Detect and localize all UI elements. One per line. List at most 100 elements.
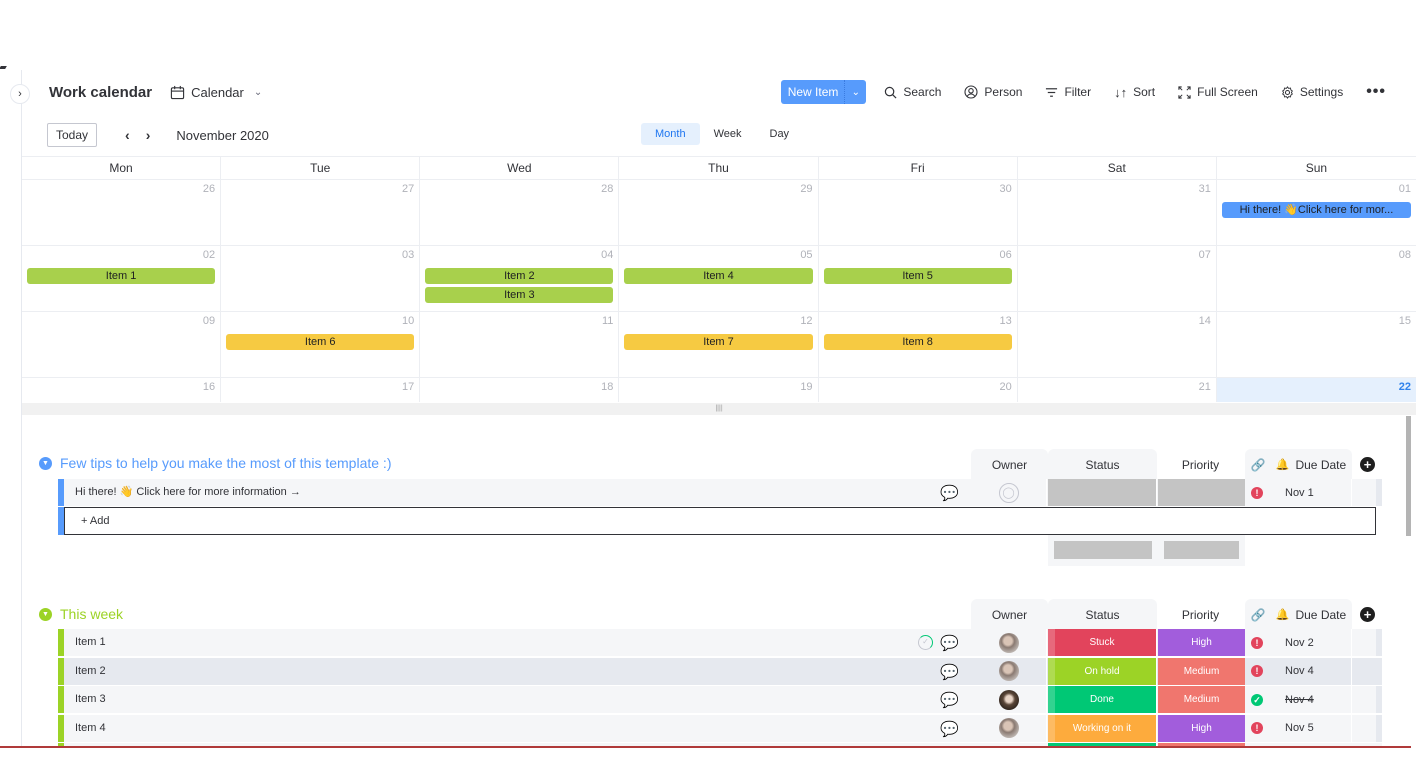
- updates-bubble-icon[interactable]: 💬: [940, 720, 959, 738]
- calendar-day[interactable]: 19: [619, 378, 819, 402]
- new-item-button[interactable]: New Item ⌄: [780, 80, 867, 104]
- column-owner[interactable]: Owner: [971, 449, 1048, 480]
- item-name[interactable]: Item 4: [75, 715, 106, 742]
- tab-month[interactable]: Month: [641, 123, 700, 145]
- calendar-day[interactable]: 04 Item 2 Item 3: [420, 246, 620, 311]
- add-item-input[interactable]: + Add: [64, 507, 1376, 535]
- calendar-day[interactable]: 30: [819, 180, 1018, 245]
- calendar-day[interactable]: 15: [1217, 312, 1416, 377]
- owner-cell[interactable]: [971, 714, 1047, 742]
- calendar-day[interactable]: 08: [1217, 246, 1416, 311]
- collapse-caret-icon[interactable]: ▼: [39, 456, 52, 470]
- column-status[interactable]: Status: [1048, 449, 1157, 480]
- calendar-day[interactable]: 16: [22, 378, 222, 402]
- calendar-day[interactable]: 29: [619, 180, 819, 245]
- add-item-row[interactable]: + Add: [58, 507, 1376, 535]
- tab-week[interactable]: Week: [700, 123, 756, 145]
- add-column-button[interactable]: +: [1360, 607, 1375, 622]
- calendar-day[interactable]: 14: [1018, 312, 1217, 377]
- item-name[interactable]: Item 3: [75, 686, 106, 713]
- calendar-event[interactable]: Hi there! 👋Click here for mor...: [1221, 202, 1411, 218]
- calendar-day[interactable]: 13 Item 8: [819, 312, 1018, 377]
- priority-cell[interactable]: Medium: [1158, 686, 1245, 713]
- calendar-day[interactable]: 26: [22, 180, 222, 245]
- calendar-day[interactable]: 09: [22, 312, 222, 377]
- calendar-day[interactable]: 18: [420, 378, 620, 402]
- calendar-day[interactable]: 11: [420, 312, 620, 377]
- calendar-event[interactable]: Item 1: [27, 268, 216, 284]
- priority-cell[interactable]: Medium: [1158, 657, 1245, 685]
- calendar-day[interactable]: 31: [1018, 180, 1217, 245]
- person-button[interactable]: Person: [964, 85, 1022, 99]
- scrollbar[interactable]: [1406, 416, 1411, 536]
- calendar-day[interactable]: 02 Item 1: [22, 246, 222, 311]
- due-date-cell[interactable]: ! Nov 4: [1246, 657, 1352, 685]
- calendar-day[interactable]: 20: [819, 378, 1018, 402]
- owner-cell[interactable]: [971, 686, 1047, 713]
- due-date-cell[interactable]: ! Nov 5: [1246, 714, 1352, 742]
- calendar-event[interactable]: Item 4: [624, 268, 813, 284]
- updates-bubble-icon[interactable]: 💬: [940, 691, 959, 709]
- item-name[interactable]: Item 2: [75, 658, 106, 685]
- column-status[interactable]: Status: [1048, 599, 1157, 630]
- filter-button[interactable]: Filter: [1045, 85, 1091, 99]
- due-date-cell[interactable]: ! Nov 2: [1246, 629, 1352, 656]
- group-tips-title[interactable]: ▼ Few tips to help you make the most of …: [39, 455, 391, 471]
- priority-cell[interactable]: High: [1158, 714, 1245, 742]
- calendar-event[interactable]: Item 2: [425, 268, 614, 284]
- owner-cell[interactable]: [971, 629, 1047, 656]
- calendar-event[interactable]: Item 7: [624, 334, 813, 350]
- status-cell[interactable]: Stuck: [1048, 629, 1157, 656]
- more-options-button[interactable]: •••: [1366, 83, 1386, 101]
- calendar-day[interactable]: 12 Item 7: [619, 312, 819, 377]
- owner-cell[interactable]: [971, 657, 1047, 685]
- status-cell[interactable]: Working on it: [1048, 714, 1157, 742]
- group-this-week-title[interactable]: ▼ This week: [39, 606, 123, 622]
- next-month-button[interactable]: ›: [146, 127, 151, 143]
- table-row[interactable]: Item 3 💬 Done Medium ✓ Nov 4: [58, 686, 1382, 714]
- status-cell[interactable]: Done: [1048, 686, 1157, 713]
- priority-cell[interactable]: High: [1158, 629, 1245, 656]
- table-row[interactable]: Item 1 ✓ 💬 Stuck High ! Nov 2: [58, 629, 1382, 657]
- calendar-day[interactable]: 21: [1018, 378, 1217, 402]
- calendar-day[interactable]: 03: [221, 246, 421, 311]
- table-row[interactable]: Item 2 💬 On hold Medium ! Nov 4: [58, 657, 1382, 686]
- column-priority[interactable]: Priority: [1157, 599, 1244, 630]
- updates-bubble-icon[interactable]: 💬: [940, 484, 959, 502]
- calendar-day[interactable]: 06 Item 5: [819, 246, 1018, 311]
- table-row[interactable]: Item 4 💬 Working on it High ! Nov 5: [58, 714, 1382, 743]
- calendar-day[interactable]: 10 Item 6: [221, 312, 421, 377]
- column-due-date[interactable]: 🔗 🔔 Due Date: [1245, 449, 1352, 480]
- calendar-day-today[interactable]: 22: [1216, 378, 1416, 402]
- priority-cell[interactable]: [1158, 479, 1245, 506]
- full-screen-button[interactable]: Full Screen: [1178, 85, 1258, 99]
- owner-cell[interactable]: ◯: [971, 479, 1047, 506]
- collapse-caret-icon[interactable]: ▼: [39, 607, 52, 621]
- status-cell[interactable]: On hold: [1048, 657, 1157, 685]
- item-name[interactable]: Item 1: [75, 629, 106, 656]
- updates-bubble-icon[interactable]: 💬: [940, 663, 959, 681]
- calendar-event[interactable]: Item 5: [823, 268, 1012, 284]
- table-row[interactable]: Hi there! 👋 Click here for more informat…: [58, 479, 1382, 507]
- column-priority[interactable]: Priority: [1157, 449, 1244, 480]
- status-cell[interactable]: [1048, 479, 1157, 506]
- calendar-day[interactable]: 05 Item 4: [619, 246, 819, 311]
- prev-month-button[interactable]: ‹: [125, 127, 130, 143]
- sidebar-expand-button[interactable]: ›: [10, 84, 30, 104]
- tab-day[interactable]: Day: [756, 123, 804, 145]
- search-button[interactable]: Search: [884, 85, 941, 99]
- calendar-day[interactable]: 28: [420, 180, 620, 245]
- calendar-event[interactable]: Item 8: [823, 334, 1012, 350]
- item-name[interactable]: Hi there! 👋 Click here for more informat…: [75, 479, 301, 506]
- calendar-day[interactable]: 17: [221, 378, 421, 402]
- resize-handle[interactable]: ||||: [22, 403, 1416, 415]
- add-column-button[interactable]: +: [1360, 457, 1375, 472]
- new-item-dropdown-chevron-icon[interactable]: ⌄: [844, 80, 866, 104]
- today-button[interactable]: Today: [47, 123, 98, 147]
- calendar-day[interactable]: 07: [1018, 246, 1217, 311]
- column-due-date[interactable]: 🔗 🔔 Due Date: [1245, 599, 1352, 630]
- calendar-day[interactable]: 27: [221, 180, 421, 245]
- column-owner[interactable]: Owner: [971, 599, 1048, 630]
- view-selector[interactable]: Calendar ⌄: [170, 85, 262, 100]
- updates-bubble-icon[interactable]: 💬: [940, 634, 959, 652]
